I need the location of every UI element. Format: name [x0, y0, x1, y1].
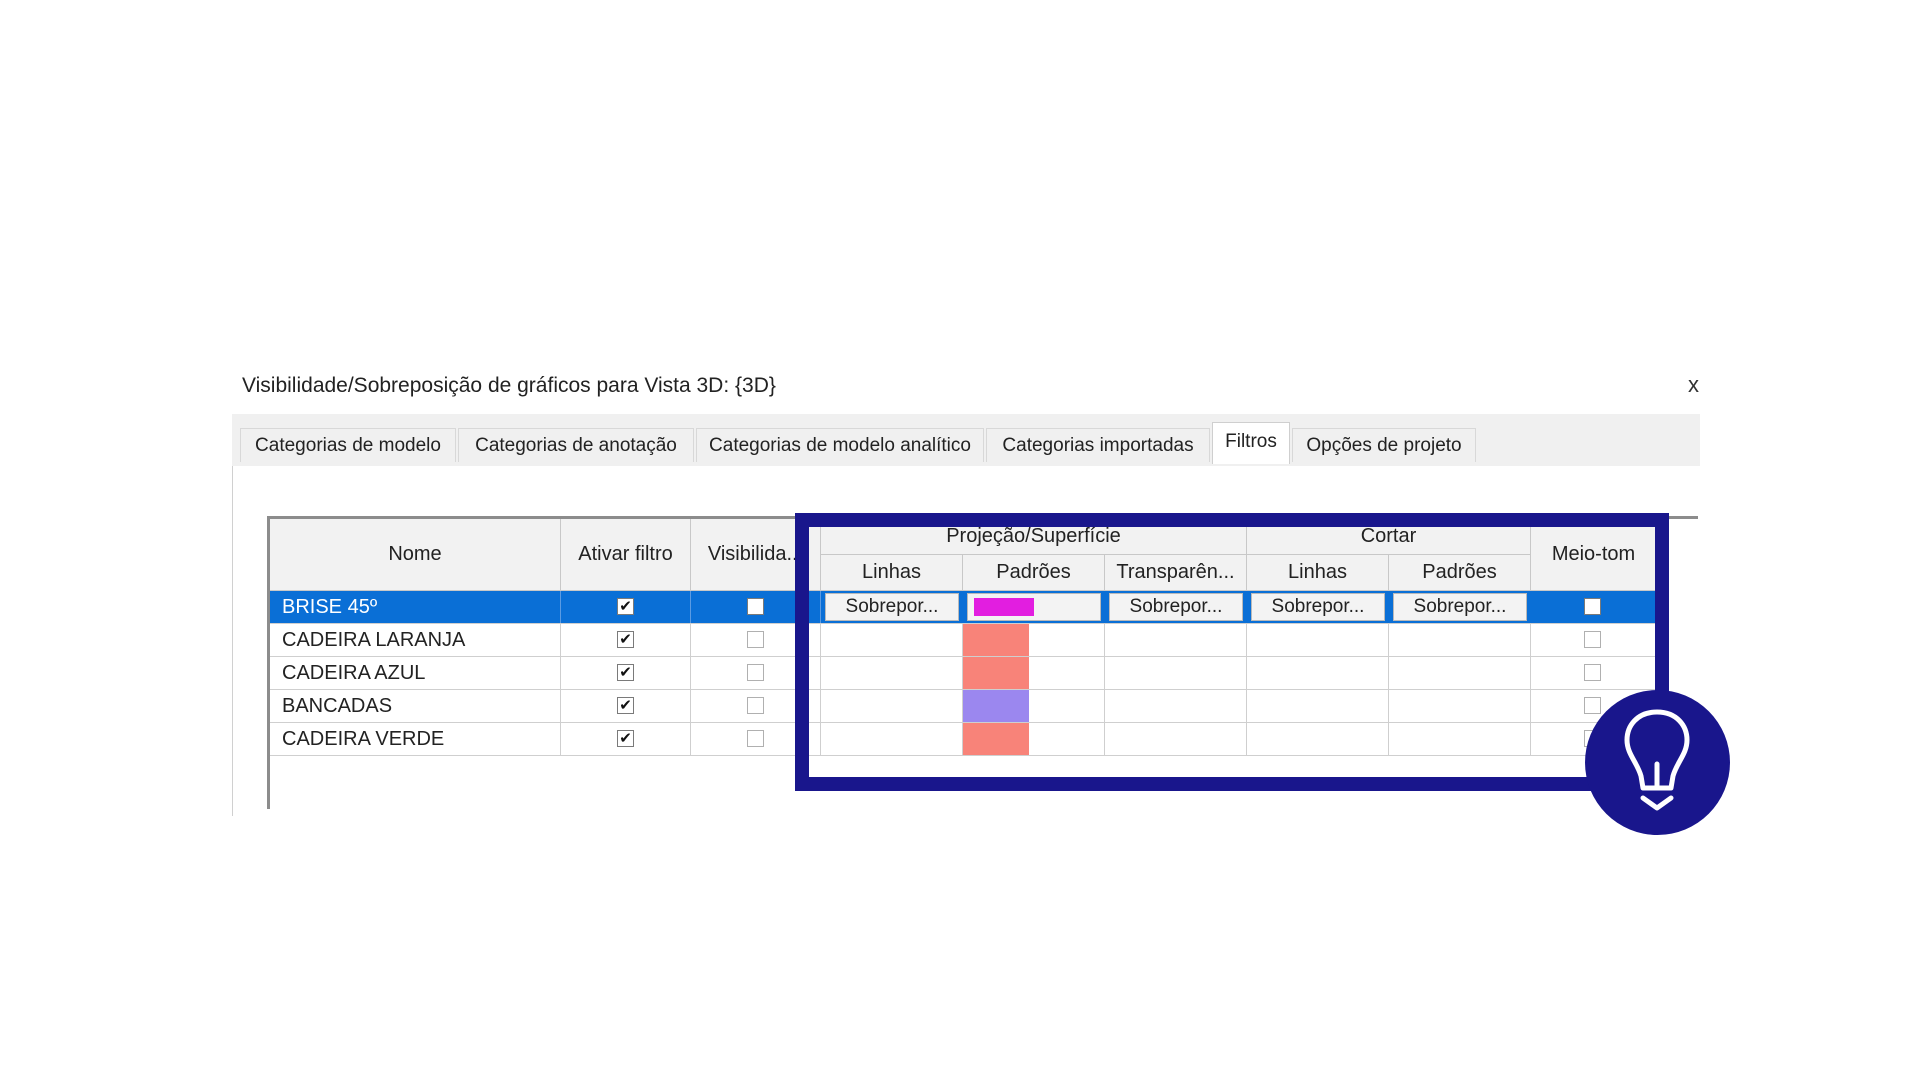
header-ativar-filtro[interactable]: Ativar filtro — [561, 519, 691, 591]
filter-name[interactable]: BRISE 45º — [270, 591, 561, 623]
filter-name[interactable]: BANCADAS — [270, 690, 561, 722]
visibility-checkbox[interactable] — [747, 664, 764, 681]
tab-categorias-de-anotacao[interactable]: Categorias de anotação — [458, 428, 694, 462]
tip-badge — [1585, 690, 1730, 835]
lightbulb-icon — [1624, 709, 1690, 811]
dialog-title: Visibilidade/Sobreposição de gráficos pa… — [242, 374, 776, 397]
tab-categorias-de-modelo[interactable]: Categorias de modelo — [240, 428, 456, 462]
visibility-checkbox[interactable] — [747, 730, 764, 747]
filter-name[interactable]: CADEIRA VERDE — [270, 723, 561, 755]
ativar-filtro-cell: ✔ — [561, 657, 691, 689]
active-filter-checkbox[interactable]: ✔ — [617, 697, 634, 714]
tab-filtros[interactable]: Filtros — [1212, 422, 1290, 464]
ativar-filtro-cell: ✔ — [561, 624, 691, 656]
highlight-frame — [795, 513, 1669, 791]
tab-opcoes-de-projeto[interactable]: Opções de projeto — [1292, 428, 1476, 462]
active-filter-checkbox[interactable]: ✔ — [617, 730, 634, 747]
tab-bar: Categorias de modelo Categorias de anota… — [232, 414, 1700, 466]
ativar-filtro-cell: ✔ — [561, 690, 691, 722]
header-nome[interactable]: Nome — [270, 519, 561, 591]
filter-name[interactable]: CADEIRA AZUL — [270, 657, 561, 689]
visibility-checkbox[interactable] — [747, 598, 764, 615]
tab-categorias-de-modelo-analitico[interactable]: Categorias de modelo analítico — [696, 428, 984, 462]
visibility-checkbox[interactable] — [747, 631, 764, 648]
filter-name[interactable]: CADEIRA LARANJA — [270, 624, 561, 656]
tab-categorias-importadas[interactable]: Categorias importadas — [986, 428, 1210, 462]
ativar-filtro-cell: ✔ — [561, 591, 691, 623]
ativar-filtro-cell: ✔ — [561, 723, 691, 755]
active-filter-checkbox[interactable]: ✔ — [617, 598, 634, 615]
active-filter-checkbox[interactable]: ✔ — [617, 631, 634, 648]
active-filter-checkbox[interactable]: ✔ — [617, 664, 634, 681]
close-icon[interactable]: x — [1688, 372, 1699, 398]
visibility-checkbox[interactable] — [747, 697, 764, 714]
